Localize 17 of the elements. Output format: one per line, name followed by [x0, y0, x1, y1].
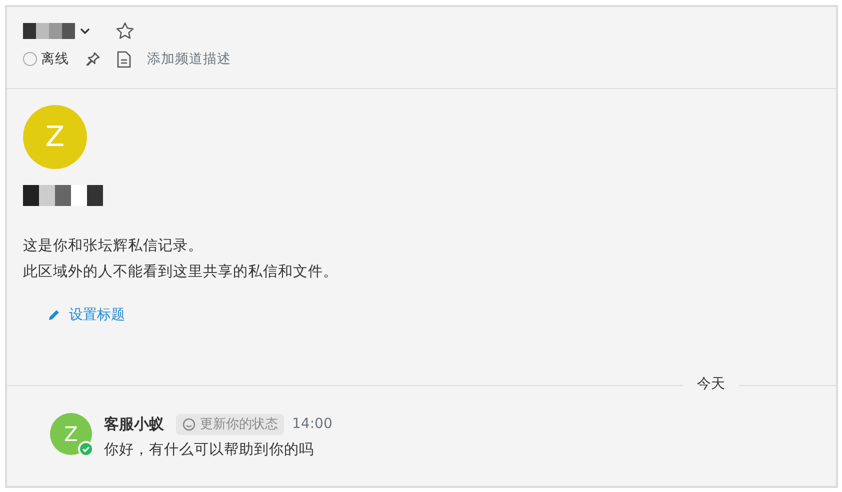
star-icon[interactable] — [115, 21, 135, 41]
avatar: Z — [23, 105, 87, 169]
redacted-name — [23, 22, 75, 40]
pencil-icon — [47, 308, 61, 322]
message-time: 14:00 — [292, 414, 332, 434]
status-label: 离线 — [41, 50, 69, 69]
intro-text: 此区域外的人不能看到这里共享的私信和文件。 — [23, 262, 339, 282]
intro-text: 这是你和张坛辉私信记录。 — [23, 236, 204, 256]
message-text: 你好，有什么可以帮助到你的吗 — [104, 440, 315, 460]
avatar: Z — [50, 413, 92, 455]
status-chip[interactable]: 更新你的状态 — [176, 414, 284, 435]
document-icon[interactable] — [117, 50, 131, 68]
emoji-icon — [182, 417, 196, 432]
author-name: 客服小蚁 — [104, 414, 164, 435]
add-description-link[interactable]: 添加频道描述 — [147, 49, 231, 70]
pin-icon[interactable] — [85, 51, 101, 68]
set-title-link[interactable]: 设置标题 — [47, 304, 125, 326]
